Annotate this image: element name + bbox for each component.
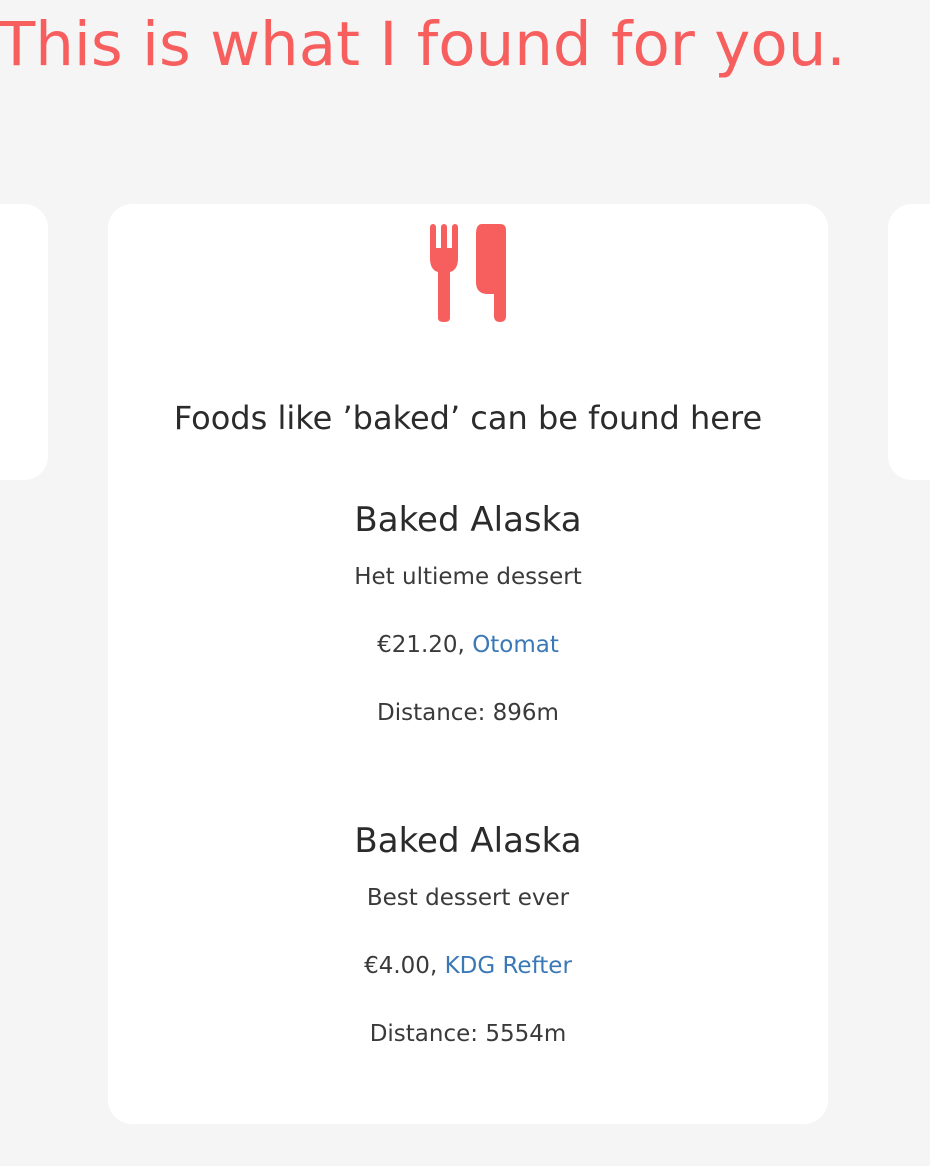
result-price: €21.20, xyxy=(377,632,465,658)
result-price-line: €21.20, Otomat xyxy=(108,630,828,660)
card-heading: Foods like ’baked’ can be found here xyxy=(173,399,763,437)
result-title: Baked Alaska xyxy=(354,500,582,540)
result-price-line: €4.00, KDG Refter xyxy=(108,951,828,981)
result-item: Baked Alaska Het ultieme dessert €21.20,… xyxy=(108,498,828,728)
next-result-card[interactable] xyxy=(888,204,930,480)
result-distance: Distance: 896m xyxy=(377,700,559,726)
result-title: Baked Alaska xyxy=(354,821,582,861)
page: This is what I found for you. Foods like… xyxy=(0,0,930,1166)
previous-result-card[interactable] xyxy=(0,204,48,480)
cutlery-icon xyxy=(428,224,508,324)
result-item: Baked Alaska Best dessert ever €4.00, KD… xyxy=(108,819,828,1049)
venue-link[interactable]: KDG Refter xyxy=(445,953,572,979)
result-description: Het ultieme dessert xyxy=(354,564,582,590)
result-card: Foods like ’baked’ can be found here Bak… xyxy=(108,204,828,1124)
venue-link[interactable]: Otomat xyxy=(472,632,559,658)
result-distance: Distance: 5554m xyxy=(369,1021,567,1047)
page-headline: This is what I found for you. xyxy=(0,9,846,80)
result-description: Best dessert ever xyxy=(366,885,570,911)
result-price: €4.00, xyxy=(364,953,438,979)
